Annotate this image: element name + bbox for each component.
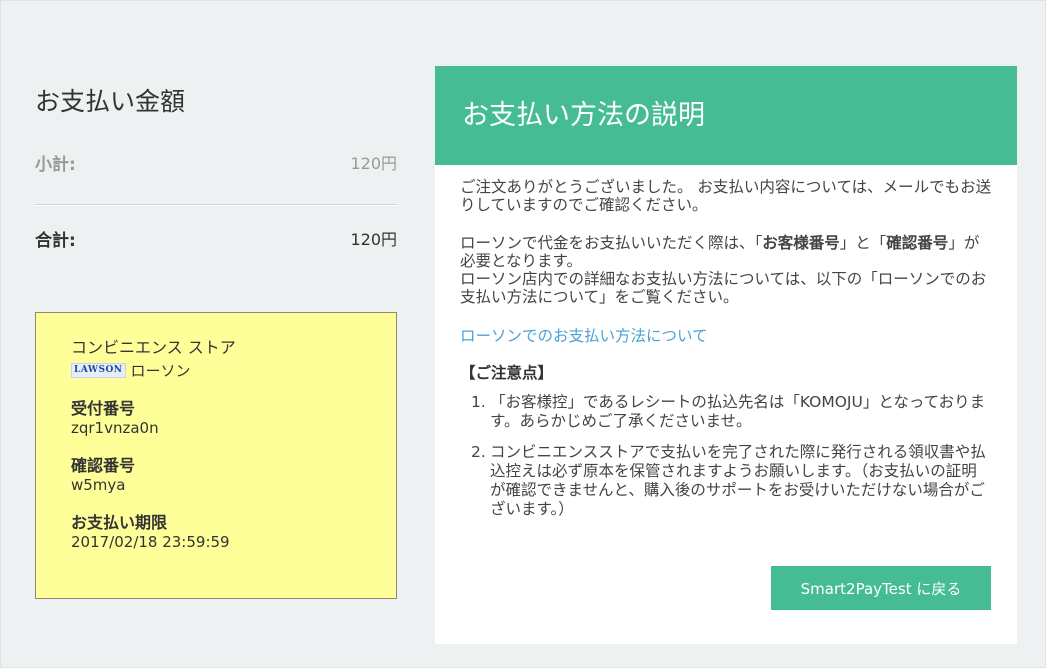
payment-deadline-group: お支払い期限 2017/02/18 23:59:59 (71, 512, 371, 552)
lawson-instructions: ローソンで代金をお支払いいただく際は、「お客様番号」と「確認番号」が必要となりま… (460, 234, 992, 306)
amount-title: お支払い金額 (35, 87, 186, 116)
list-item-text: 「お客様控」であるレシートの払込先名は「KOMOJU」となっております。あらかじ… (490, 393, 986, 430)
reception-number-value: zqr1vnza0n (71, 419, 159, 437)
payment-deadline-value: 2017/02/18 23:59:59 (71, 533, 230, 551)
subtotal-value: 120円 (350, 154, 397, 173)
notes-heading: 【ご注意点】 (460, 364, 554, 382)
lawson-text-c: 」と「 (839, 234, 887, 252)
store-line: LAWSON ローソン (71, 359, 371, 381)
thanks-message: ご注文ありがとうございました。 お支払い内容については、メールでもお送りしていま… (460, 178, 992, 214)
payment-deadline-label: お支払い期限 (71, 513, 168, 532)
lawson-text-a: ローソンで代金をお支払いいただく際は、「 (460, 234, 763, 252)
confirmation-number-label: 確認番号 (71, 456, 136, 475)
list-item-text: コンビニエンスストアで支払いを完了された際に発行される領収書や払込控えは必ず原本… (490, 443, 986, 518)
store-name: ローソン (130, 361, 191, 380)
payment-info-content: コンビニエンス ストア LAWSON ローソン 受付番号 zqr1vnza0n … (71, 337, 371, 552)
subtotal-label: 小計: (35, 155, 76, 175)
panel-header: お支払い方法の説明 (435, 66, 1017, 165)
customer-number-term: お客様番号 (762, 234, 840, 252)
confirmation-number-group: 確認番号 w5mya (71, 455, 371, 495)
list-item: 2. コンビニエンスストアで支払いを完了された際に発行される領収書や払込控えは必… (460, 443, 992, 519)
amount-summary: お支払い金額 小計: 120円 合計: 120円 (35, 84, 397, 251)
panel-body: ご注文ありがとうございました。 お支払い内容については、メールでもお送りしていま… (460, 178, 992, 531)
total-row: 合計: 120円 (35, 226, 397, 254)
list-item: 1. 「お客様控」であるレシートの払込先名は「KOMOJU」となっております。あ… (460, 393, 992, 431)
store-type: コンビニエンス ストア (71, 338, 236, 357)
summary-divider (35, 204, 397, 206)
lawson-detail-text: ローソン店内での詳細なお支払い方法については、以下の「ローソンでのお支払い方法に… (460, 270, 987, 306)
reception-number-label: 受付番号 (71, 399, 136, 418)
total-label: 合計: (35, 231, 76, 251)
list-item-number: 1. (471, 393, 486, 411)
back-to-merchant-button[interactable]: Smart2PayTest に戻る (771, 566, 991, 610)
payment-method-panel: お支払い方法の説明 ご注文ありがとうございました。 お支払い内容については、メー… (435, 66, 1017, 644)
reception-number-group: 受付番号 zqr1vnza0n (71, 398, 371, 438)
panel-title: お支払い方法の説明 (462, 100, 705, 131)
lawson-payment-guide-link[interactable]: ローソンでのお支払い方法について (460, 326, 992, 346)
lawson-logo: LAWSON (71, 362, 126, 378)
confirmation-number-value: w5mya (71, 476, 126, 494)
notes-list: 1. 「お客様控」であるレシートの払込先名は「KOMOJU」となっております。あ… (460, 393, 992, 519)
list-item-number: 2. (471, 443, 486, 461)
payment-info-box: コンビニエンス ストア LAWSON ローソン 受付番号 zqr1vnza0n … (35, 312, 397, 599)
total-value: 120円 (350, 230, 397, 249)
confirmation-number-term: 確認番号 (886, 234, 949, 252)
subtotal-row: 小計: 120円 (35, 150, 397, 178)
